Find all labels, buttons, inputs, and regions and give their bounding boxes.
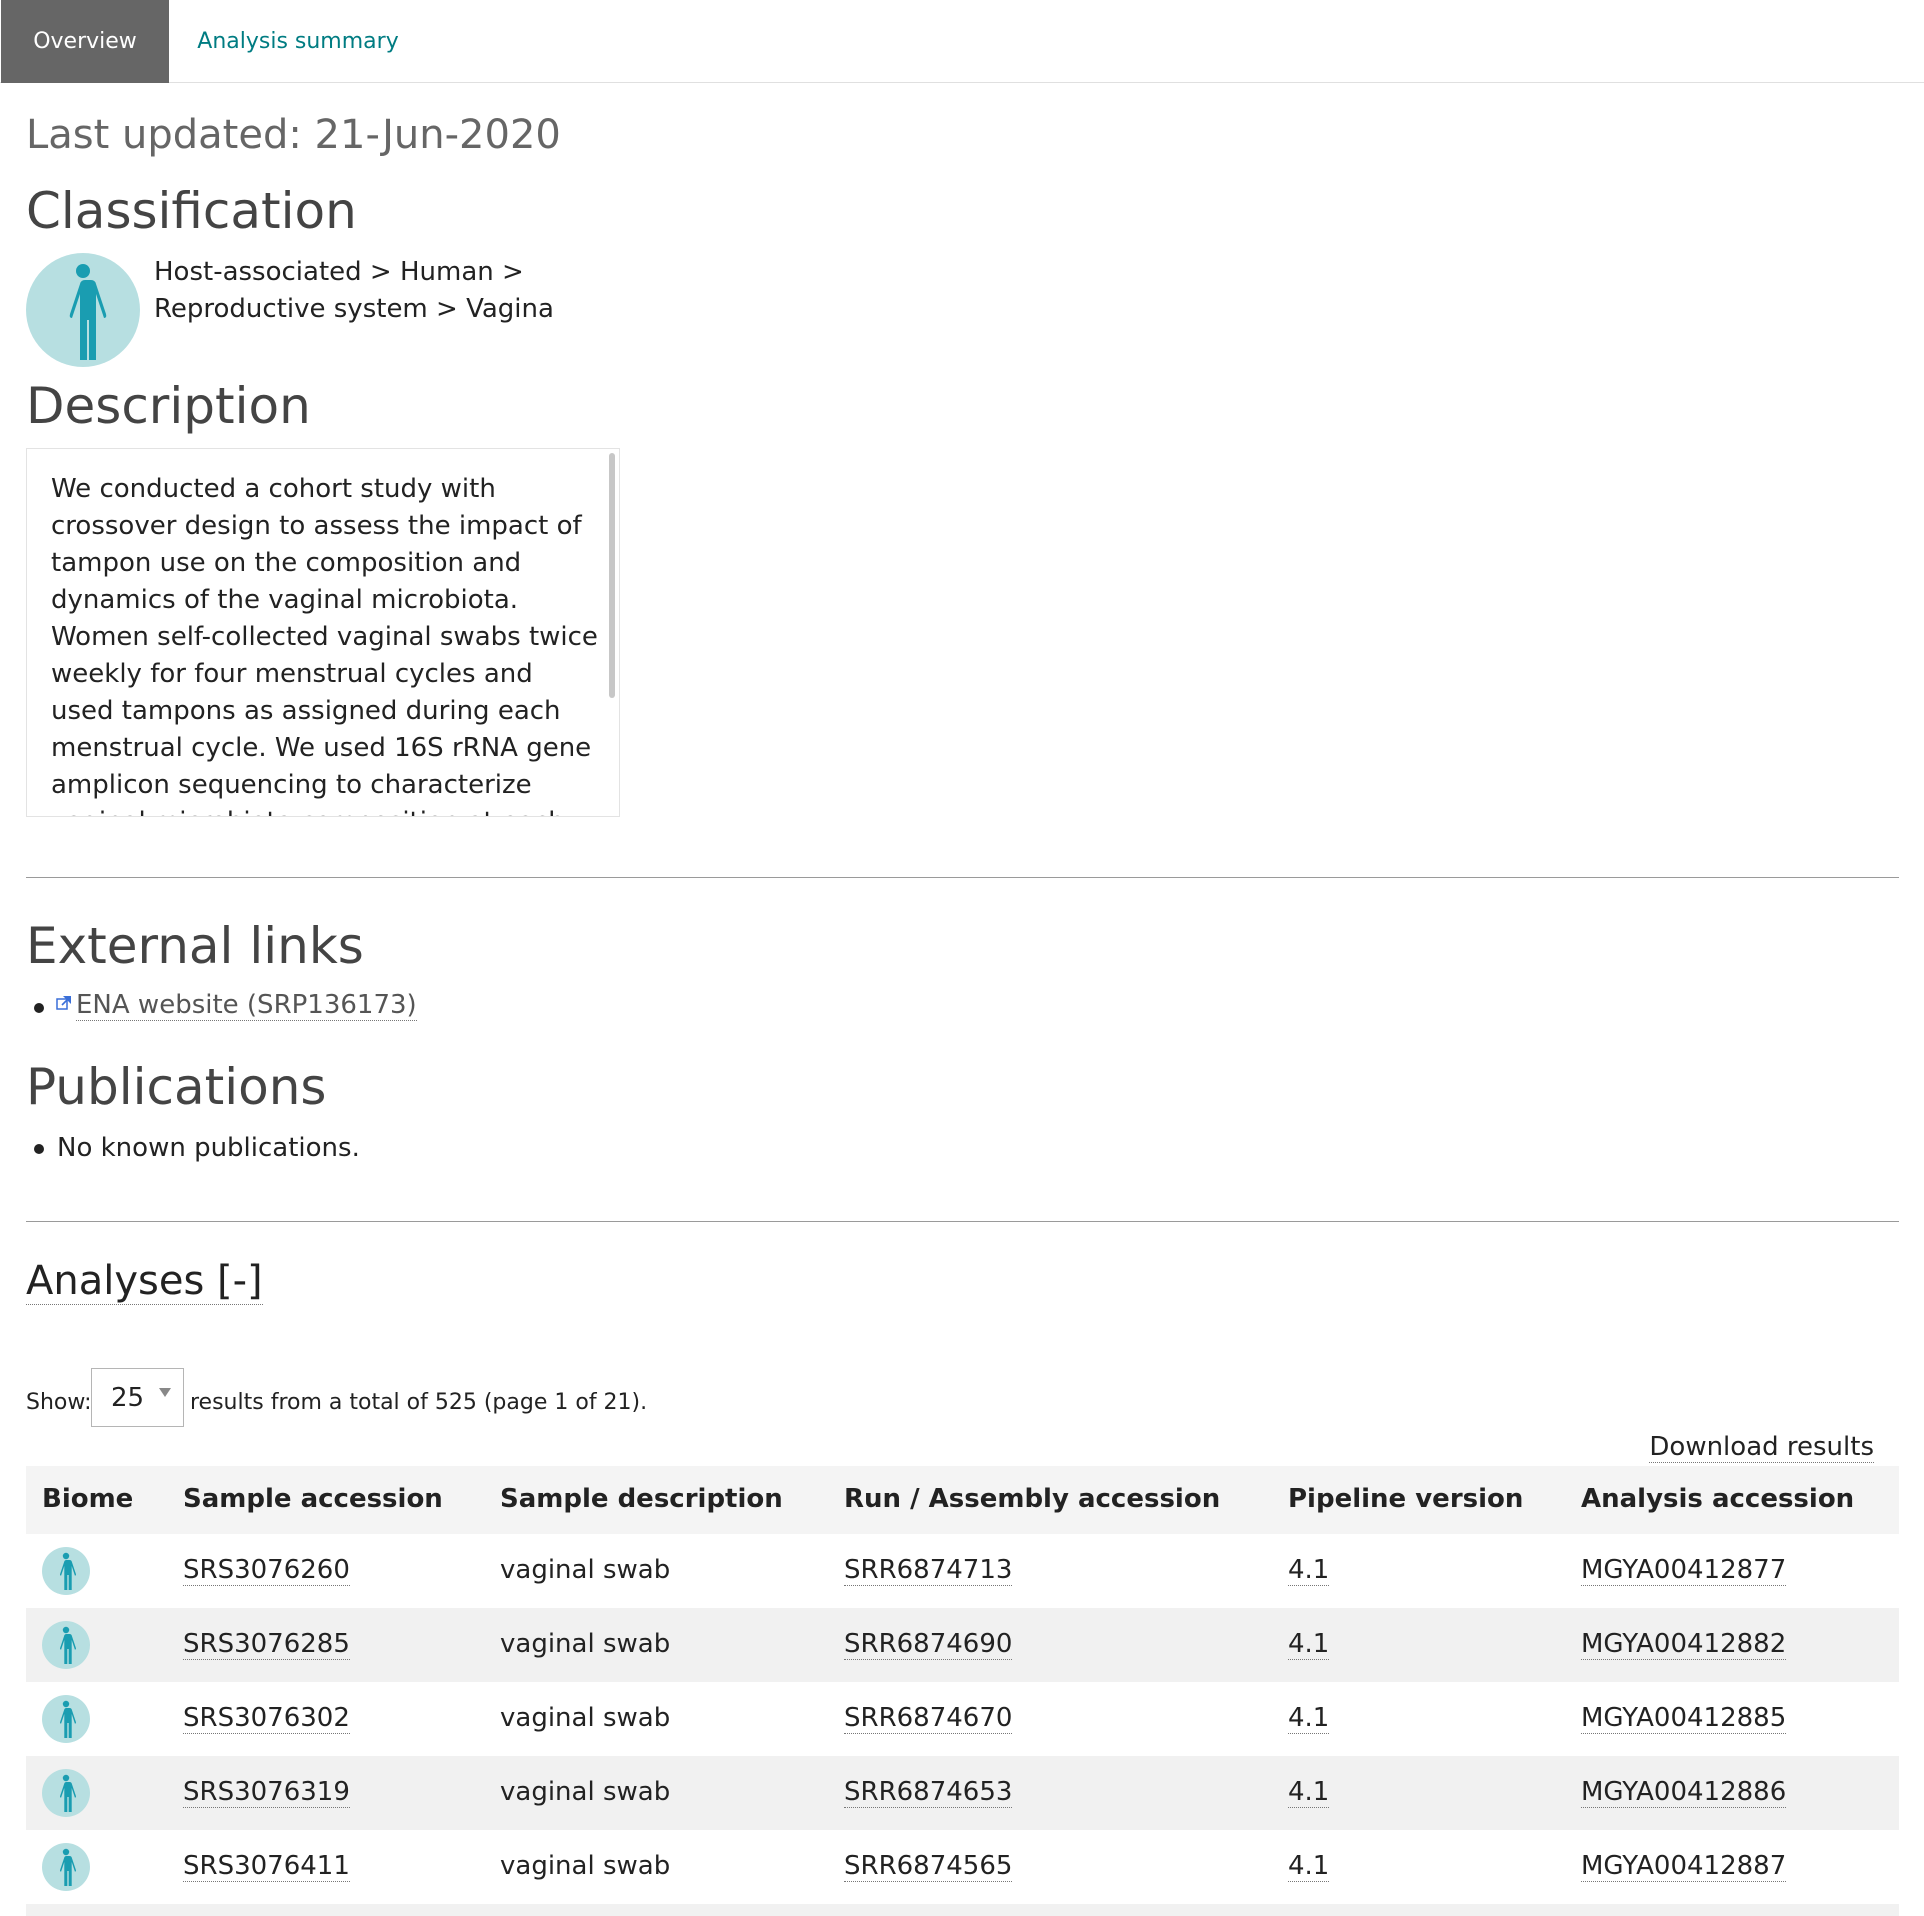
tab-overview[interactable]: Overview: [1, 0, 169, 83]
sample-description: vaginal swab: [500, 1777, 671, 1807]
pipeline-version-link[interactable]: 4.1: [1288, 1851, 1330, 1882]
bullet: [34, 1003, 44, 1013]
results-summary: results from a total of 525 (page 1 of 2…: [190, 1390, 648, 1415]
human-body-icon: [42, 1843, 90, 1891]
table-row: SRS3076285 vaginal swab SRR6874690 4.1 M…: [26, 1608, 1899, 1682]
divider: [26, 877, 1899, 878]
human-body-icon: [42, 1621, 90, 1669]
dropdown-arrow-icon: [159, 1388, 171, 1397]
column-header-sample-accession[interactable]: Sample accession: [183, 1484, 443, 1514]
run-accession-link[interactable]: SRR6874690: [844, 1629, 1013, 1660]
bullet: [34, 1144, 44, 1154]
human-body-icon: [42, 1769, 90, 1817]
analysis-accession-link[interactable]: MGYA00412886: [1581, 1777, 1787, 1808]
human-body-icon: [26, 253, 140, 367]
external-link-icon: [56, 995, 72, 1015]
no-publications-text: No known publications.: [57, 1133, 360, 1163]
column-header-biome[interactable]: Biome: [42, 1484, 133, 1514]
column-header-sample-description[interactable]: Sample description: [500, 1484, 783, 1514]
sample-accession-link[interactable]: SRS3076285: [183, 1629, 350, 1660]
divider: [26, 1221, 1899, 1222]
column-header-run-accession[interactable]: Run / Assembly accession: [844, 1484, 1220, 1514]
pipeline-version-link[interactable]: 4.1: [1288, 1777, 1330, 1808]
classification-path-line2: Reproductive system > Vagina: [154, 294, 554, 324]
description-heading: Description: [26, 377, 311, 435]
run-accession-link[interactable]: SRR6874653: [844, 1777, 1013, 1808]
sample-description: vaginal swab: [500, 1629, 671, 1659]
sample-accession-link[interactable]: SRS3076302: [183, 1703, 350, 1734]
human-body-icon: [42, 1695, 90, 1743]
analyses-table: Biome Sample accession Sample descriptio…: [26, 1466, 1899, 1916]
description-text: We conducted a cohort study with crossov…: [51, 474, 598, 816]
sample-accession-link[interactable]: SRS3076260: [183, 1555, 350, 1586]
publications-heading: Publications: [26, 1058, 327, 1116]
column-header-pipeline-version[interactable]: Pipeline version: [1288, 1484, 1523, 1514]
run-accession-link[interactable]: SRR6874670: [844, 1703, 1013, 1734]
page-size-value: 25: [111, 1383, 145, 1413]
pipeline-version-link[interactable]: 4.1: [1288, 1629, 1330, 1660]
tab-bar: Overview Analysis summary: [0, 0, 1924, 83]
sample-description: vaginal swab: [500, 1555, 671, 1585]
table-row: SRS3076302 vaginal swab SRR6874670 4.1 M…: [26, 1682, 1899, 1756]
analysis-accession-link[interactable]: MGYA00412877: [1581, 1555, 1787, 1586]
table-row: SRS3076260 vaginal swab SRR6874713 4.1 M…: [26, 1534, 1899, 1608]
pipeline-version-link[interactable]: 4.1: [1288, 1555, 1330, 1586]
run-accession-link[interactable]: SRR6874713: [844, 1555, 1013, 1586]
table-row: SRS3076319 vaginal swab SRR6874653 4.1 M…: [26, 1756, 1899, 1830]
human-body-icon: [42, 1547, 90, 1595]
description-box[interactable]: We conducted a cohort study with crossov…: [26, 448, 620, 817]
table-header: Biome Sample accession Sample descriptio…: [26, 1466, 1899, 1534]
table-row: [26, 1904, 1899, 1916]
page-size-select[interactable]: 25: [91, 1368, 184, 1427]
classification-path-line1: Host-associated > Human >: [154, 257, 524, 287]
analysis-accession-link[interactable]: MGYA00412885: [1581, 1703, 1787, 1734]
pipeline-version-link[interactable]: 4.1: [1288, 1703, 1330, 1734]
table-row: SRS3076411 vaginal swab SRR6874565 4.1 M…: [26, 1830, 1899, 1904]
ena-website-link[interactable]: ENA website (SRP136173): [76, 990, 417, 1021]
column-header-analysis-accession[interactable]: Analysis accession: [1581, 1484, 1854, 1514]
show-label: Show:: [26, 1390, 92, 1415]
download-results-link[interactable]: Download results: [1649, 1432, 1874, 1463]
analyses-toggle[interactable]: Analyses [-]: [26, 1258, 263, 1305]
tab-analysis-summary[interactable]: Analysis summary: [172, 0, 424, 83]
analysis-accession-link[interactable]: MGYA00412882: [1581, 1629, 1787, 1660]
external-links-heading: External links: [26, 917, 364, 975]
analysis-accession-link[interactable]: MGYA00412887: [1581, 1851, 1787, 1882]
run-accession-link[interactable]: SRR6874565: [844, 1851, 1013, 1882]
sample-description: vaginal swab: [500, 1703, 671, 1733]
last-updated: Last updated: 21-Jun-2020: [26, 112, 561, 158]
description-scrollbar[interactable]: [609, 453, 615, 698]
sample-accession-link[interactable]: SRS3076319: [183, 1777, 350, 1808]
sample-accession-link[interactable]: SRS3076411: [183, 1851, 350, 1882]
classification-heading: Classification: [26, 182, 357, 240]
sample-description: vaginal swab: [500, 1851, 671, 1881]
